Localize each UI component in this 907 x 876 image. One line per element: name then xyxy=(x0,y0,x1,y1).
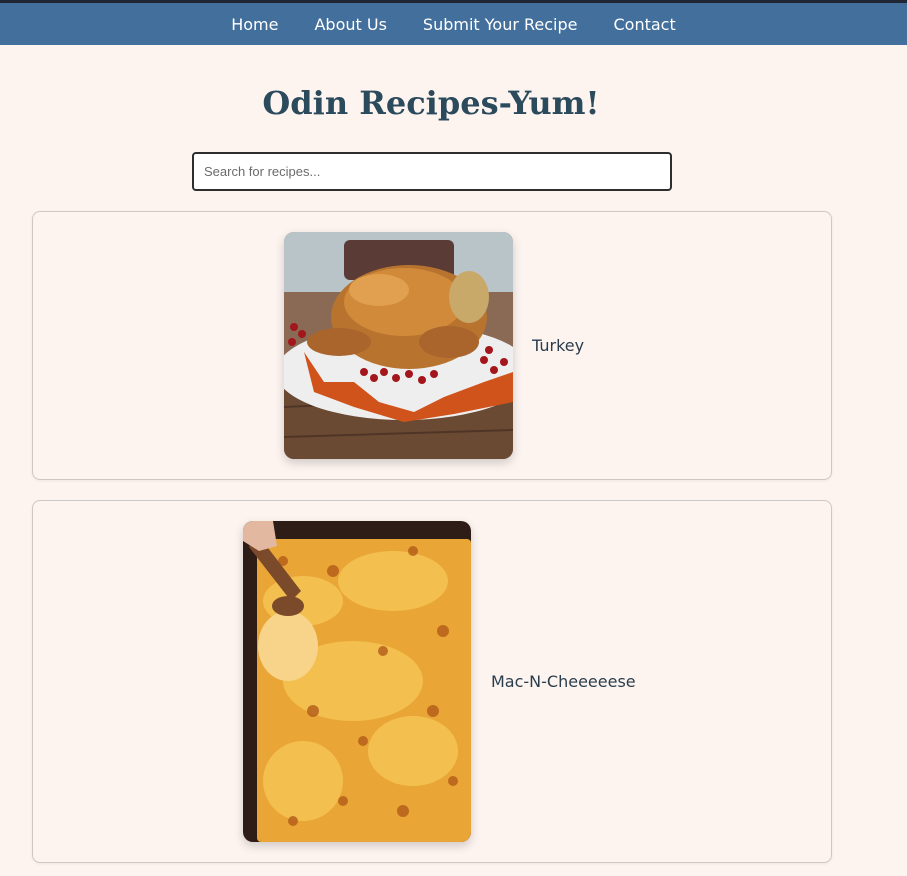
search-input[interactable] xyxy=(192,152,672,191)
mac-and-cheese-photo[interactable] xyxy=(243,521,471,842)
recipe-name[interactable]: Turkey xyxy=(532,336,584,355)
roast-turkey-photo[interactable] xyxy=(284,232,513,459)
recipe-card-mac-n-cheese[interactable]: Mac-N-Cheeeeese xyxy=(32,500,832,863)
nav-link-submit-recipe[interactable]: Submit Your Recipe xyxy=(405,15,596,34)
nav-link-contact[interactable]: Contact xyxy=(596,15,694,34)
recipe-card-turkey[interactable]: Turkey xyxy=(32,211,832,480)
top-navigation: Home About Us Submit Your Recipe Contact xyxy=(0,3,907,45)
recipe-name[interactable]: Mac-N-Cheeeeese xyxy=(491,672,636,691)
page-title: Odin Recipes-Yum! xyxy=(262,84,600,122)
nav-link-about[interactable]: About Us xyxy=(296,15,404,34)
nav-link-home[interactable]: Home xyxy=(213,15,296,34)
